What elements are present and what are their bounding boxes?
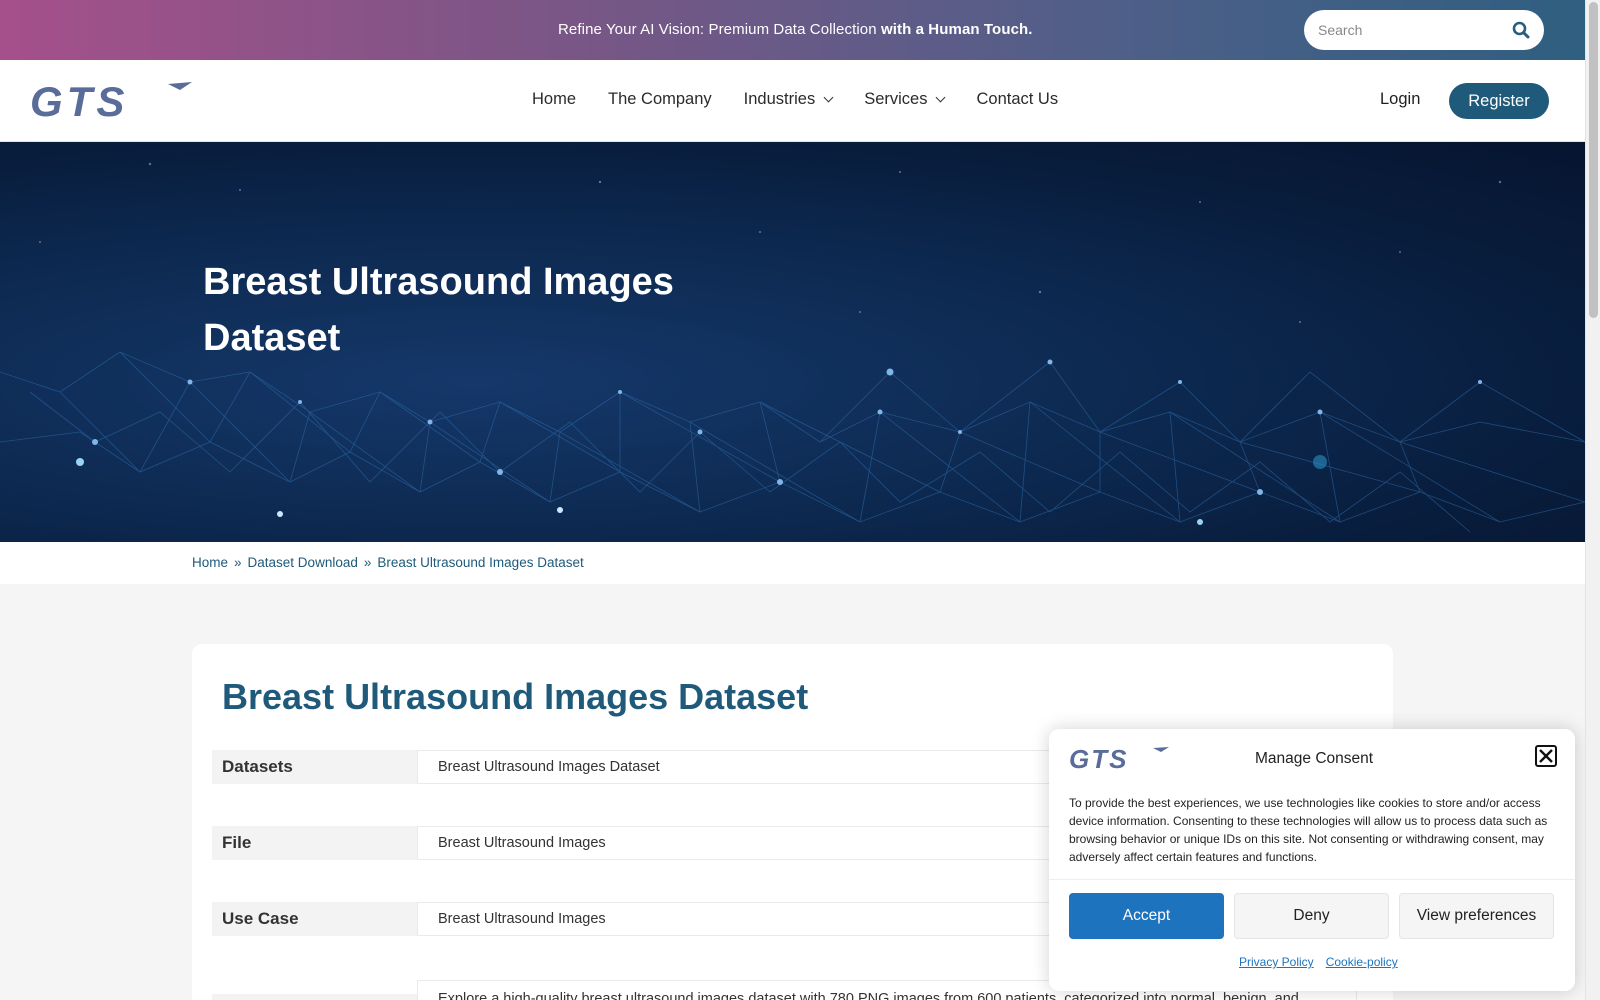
- search-input[interactable]: [1318, 22, 1512, 38]
- breadcrumb: Home » Dataset Download » Breast Ultraso…: [192, 555, 584, 570]
- chevron-down-icon: [936, 92, 946, 103]
- consent-title: Manage Consent: [1255, 750, 1374, 767]
- scrollbar-thumb[interactable]: [1589, 2, 1598, 318]
- search-box[interactable]: [1304, 10, 1544, 50]
- gts-logo-small: GTS: [1069, 744, 1169, 774]
- nav-home[interactable]: Home: [532, 90, 576, 109]
- nav-the-company-label: The Company: [608, 90, 712, 108]
- info-label: Use Case: [212, 902, 417, 936]
- nav-services-label: Services: [864, 90, 928, 108]
- nav-contact-us[interactable]: Contact Us: [976, 90, 1058, 109]
- nav-services[interactable]: Services: [864, 90, 946, 109]
- breadcrumb-separator: »: [234, 555, 242, 570]
- view-preferences-button[interactable]: View preferences: [1399, 893, 1554, 939]
- breadcrumb-separator: »: [363, 555, 372, 570]
- nav-the-company[interactable]: The Company: [608, 90, 712, 109]
- promo-text: Refine Your AI Vision: Premium Data Coll…: [558, 21, 1033, 38]
- site-header: GTS Home The Company Industries Services…: [0, 60, 1585, 142]
- nav-industries[interactable]: Industries: [743, 90, 834, 109]
- hero-banner: Breast Ultrasound Images Dataset: [0, 142, 1585, 542]
- breadcrumb-bar: Home » Dataset Download » Breast Ultraso…: [0, 542, 1585, 584]
- cookie-policy-link[interactable]: Cookie-policy: [1326, 955, 1398, 969]
- nav-home-label: Home: [532, 90, 577, 108]
- login-link[interactable]: Login: [1380, 90, 1420, 109]
- svg-text:GTS: GTS: [30, 80, 128, 120]
- promo-text-regular: Refine Your AI Vision: Premium Data Coll…: [558, 21, 881, 38]
- promo-text-bold: with a Human Touch.: [880, 21, 1033, 38]
- info-label: File: [212, 826, 417, 860]
- breadcrumb-home[interactable]: Home: [192, 555, 228, 570]
- consent-dialog: GTS Manage Consent To provide the best e…: [1049, 729, 1575, 991]
- consent-links: Privacy Policy Cookie-policy: [1239, 955, 1398, 969]
- main-nav: Home The Company Industries Services Con…: [532, 90, 1090, 109]
- page-scrollbar[interactable]: [1585, 0, 1600, 1000]
- svg-text:GTS: GTS: [1069, 745, 1128, 771]
- deny-button[interactable]: Deny: [1234, 893, 1389, 939]
- gts-logo[interactable]: GTS: [30, 78, 192, 125]
- info-label-description: [212, 994, 417, 1000]
- breadcrumb-current: Breast Ultrasound Images Dataset: [377, 555, 584, 570]
- accept-button[interactable]: Accept: [1069, 893, 1224, 939]
- close-icon[interactable]: [1535, 745, 1557, 767]
- privacy-policy-link[interactable]: Privacy Policy: [1239, 955, 1314, 969]
- nav-industries-label: Industries: [743, 90, 816, 108]
- info-label: Datasets: [212, 750, 417, 784]
- chevron-down-icon: [823, 92, 834, 103]
- breadcrumb-dataset-download[interactable]: Dataset Download: [248, 555, 358, 570]
- consent-divider: [1049, 879, 1575, 880]
- nav-contact-us-label: Contact Us: [976, 90, 1059, 108]
- search-icon[interactable]: [1512, 21, 1530, 39]
- hero-title: Breast Ultrasound Images Dataset: [203, 261, 674, 359]
- register-button[interactable]: Register: [1449, 83, 1549, 119]
- consent-body: To provide the best experiences, we use …: [1069, 796, 1548, 864]
- promo-bar: Refine Your AI Vision: Premium Data Coll…: [0, 0, 1585, 60]
- page-title: Breast Ultrasound Images Dataset: [222, 676, 809, 717]
